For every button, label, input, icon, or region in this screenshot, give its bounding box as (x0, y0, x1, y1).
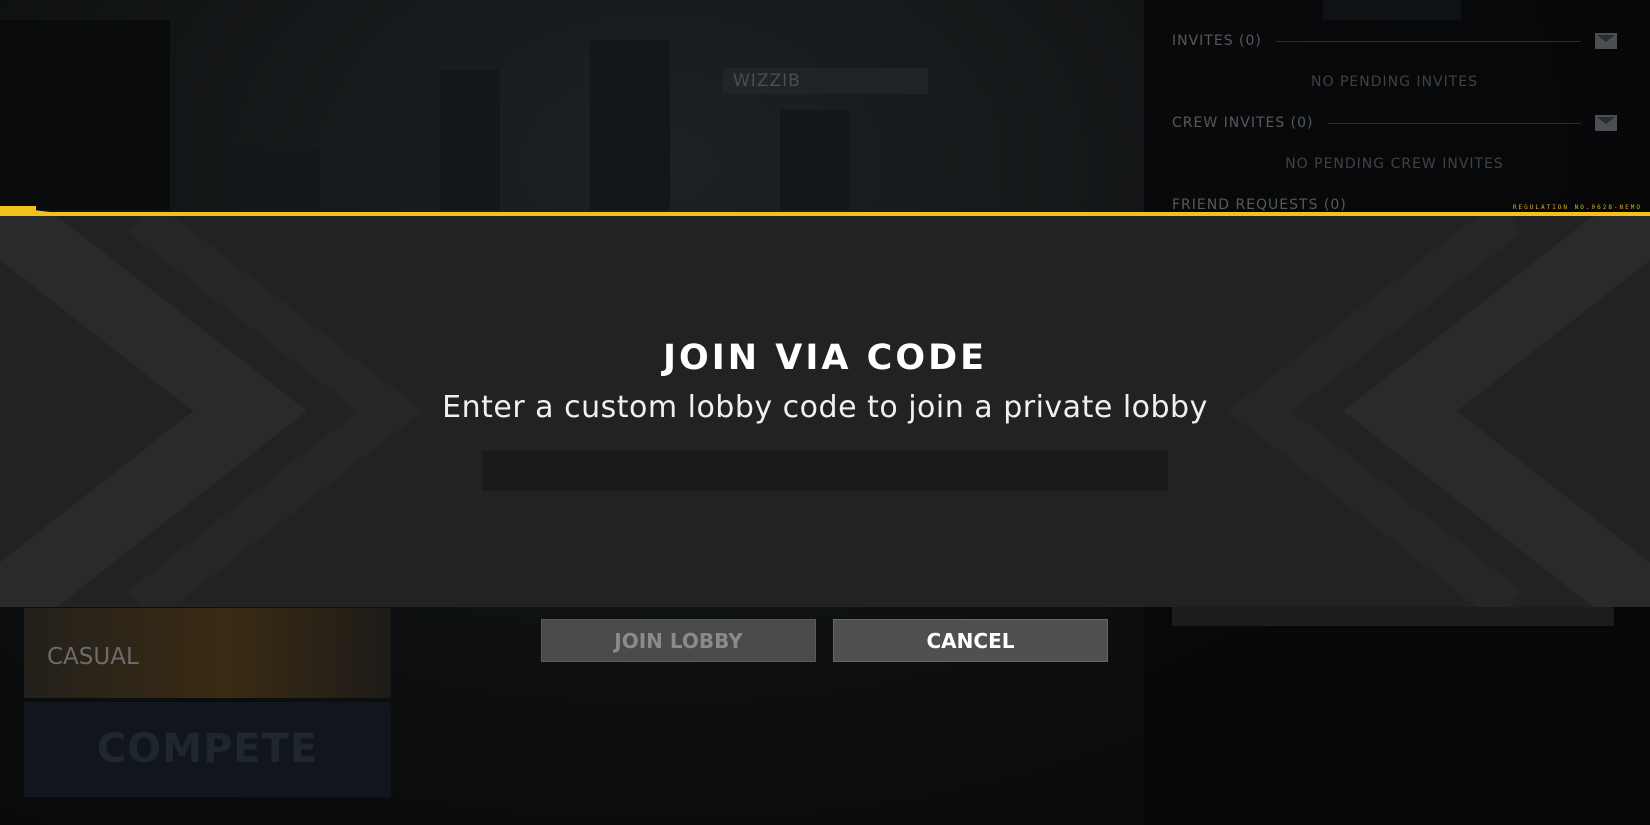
dialog-subtitle: Enter a custom lobby code to join a priv… (442, 390, 1208, 425)
compete-mode-label: COMPETE (96, 726, 319, 772)
dialog-title: JOIN VIA CODE (662, 338, 988, 378)
friend-requests-label: FRIEND REQUESTS (0) (1172, 197, 1347, 213)
crew-invites-row[interactable]: CREW INVITES (0) (1172, 115, 1617, 131)
mail-icon[interactable] (1595, 33, 1617, 49)
crew-invites-label: CREW INVITES (0) (1172, 115, 1314, 131)
invites-row[interactable]: INVITES (0) (1172, 33, 1617, 49)
background-foreground-object (0, 20, 170, 210)
lobby-code-input[interactable] (482, 451, 1168, 491)
player-name-tag: WIZZIB (723, 68, 928, 94)
join-lobby-button[interactable]: JOIN LOBBY (541, 619, 816, 662)
cancel-button[interactable]: CANCEL (833, 619, 1108, 662)
divider (1327, 122, 1581, 124)
divider (1275, 40, 1581, 42)
mail-icon[interactable] (1595, 115, 1617, 131)
background-building (590, 40, 670, 210)
background-building (440, 70, 500, 210)
background-building (230, 150, 320, 210)
invites-empty-text: NO PENDING INVITES (1311, 74, 1478, 90)
casual-mode-label: CASUAL (47, 644, 139, 670)
invites-label: INVITES (0) (1172, 33, 1262, 49)
social-panel-footer (1172, 604, 1614, 626)
background-building (780, 110, 850, 210)
regulation-text: REGULATION NO.0628-NEMO (1512, 204, 1642, 211)
crew-invites-empty-text: NO PENDING CREW INVITES (1285, 156, 1504, 172)
